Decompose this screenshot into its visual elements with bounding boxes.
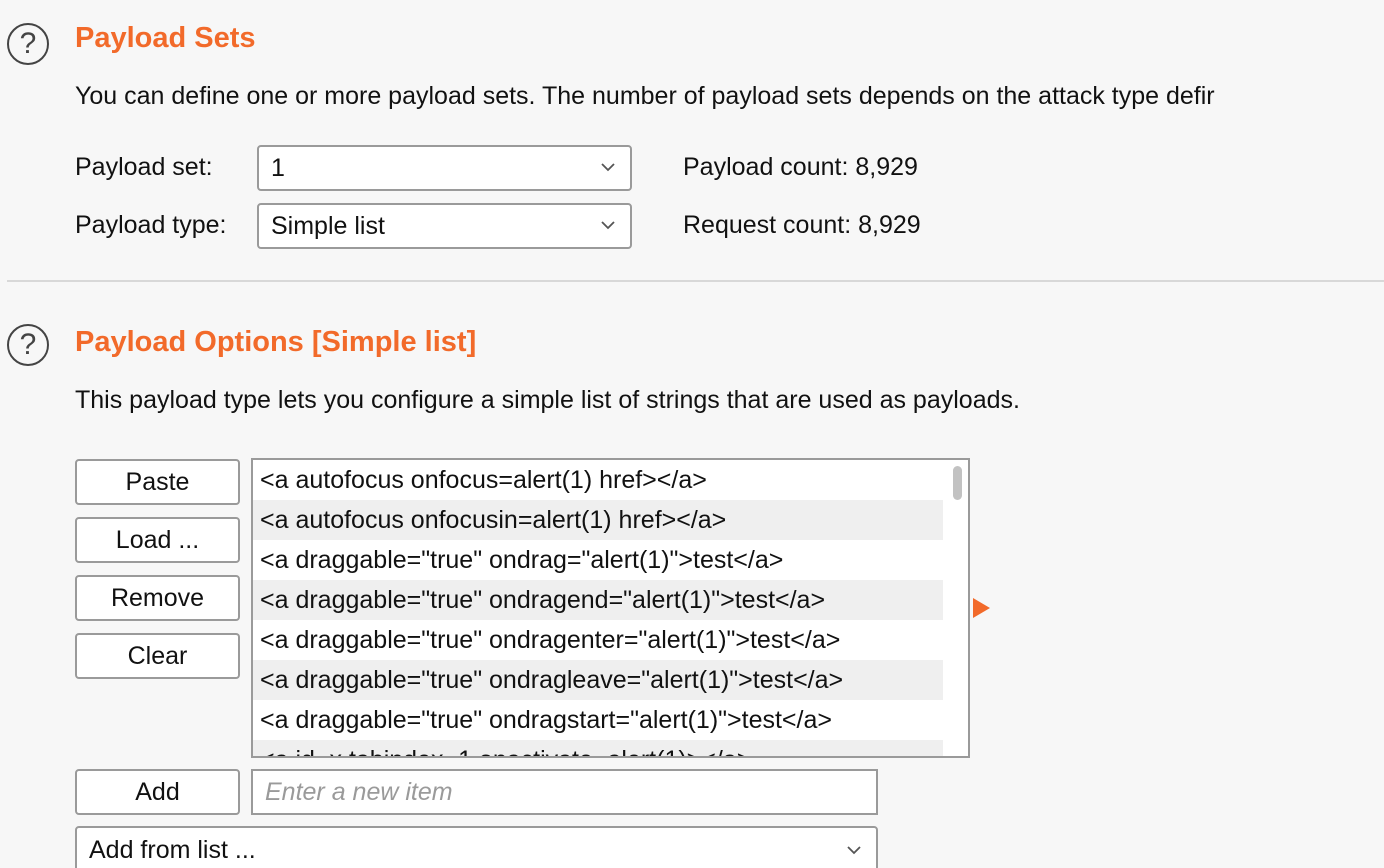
add-from-list-select[interactable]: Add from list ... <box>75 826 878 868</box>
payload-type-label: Payload type: <box>75 211 227 239</box>
list-item[interactable]: <a draggable="true" ondragenter="alert(1… <box>253 620 943 660</box>
payload-options-description: This payload type lets you configure a s… <box>75 386 1020 414</box>
request-count: Request count: 8,929 <box>683 211 921 239</box>
payload-type-select[interactable]: Simple list <box>257 203 632 249</box>
clear-button[interactable]: Clear <box>75 633 240 679</box>
payload-set-label: Payload set: <box>75 153 213 181</box>
payload-set-value: 1 <box>271 153 285 182</box>
chevron-down-icon <box>847 846 861 855</box>
payload-list[interactable]: <a autofocus onfocus=alert(1) href></a> … <box>251 458 970 758</box>
payload-sets-title: Payload Sets <box>75 22 256 54</box>
chevron-down-icon <box>601 163 615 172</box>
payload-sets-description: You can define one or more payload sets.… <box>75 82 1215 110</box>
list-item[interactable]: <a draggable="true" ondragend="alert(1)"… <box>253 580 943 620</box>
list-item[interactable]: <a draggable="true" ondrag="alert(1)">te… <box>253 540 943 580</box>
help-icon[interactable]: ? <box>7 23 49 65</box>
payload-count: Payload count: 8,929 <box>683 153 918 181</box>
payload-type-value: Simple list <box>271 211 385 240</box>
help-icon[interactable]: ? <box>7 324 49 366</box>
remove-button[interactable]: Remove <box>75 575 240 621</box>
list-item[interactable]: <a autofocus onfocus=alert(1) href></a> <box>253 460 943 500</box>
chevron-down-icon <box>601 221 615 230</box>
payload-options-title: Payload Options [Simple list] <box>75 326 477 358</box>
list-item[interactable]: <a autofocus onfocusin=alert(1) href></a… <box>253 500 943 540</box>
paste-button[interactable]: Paste <box>75 459 240 505</box>
scrollbar-thumb[interactable] <box>953 466 962 500</box>
add-from-list-value: Add from list ... <box>89 836 256 864</box>
orange-triangle-icon <box>973 598 990 618</box>
list-item[interactable]: <a draggable="true" ondragstart="alert(1… <box>253 700 943 740</box>
intruder-payloads-panel: ? Payload Sets You can define one or mor… <box>0 0 1384 868</box>
section-divider <box>7 280 1384 282</box>
payload-set-select[interactable]: 1 <box>257 145 632 191</box>
add-button[interactable]: Add <box>75 769 240 815</box>
list-item[interactable]: <a draggable="true" ondragleave="alert(1… <box>253 660 943 700</box>
load-button[interactable]: Load ... <box>75 517 240 563</box>
list-item[interactable]: <a id=x tabindex=1 onactivate=alert(1)><… <box>253 740 943 756</box>
new-item-input[interactable] <box>251 769 878 815</box>
